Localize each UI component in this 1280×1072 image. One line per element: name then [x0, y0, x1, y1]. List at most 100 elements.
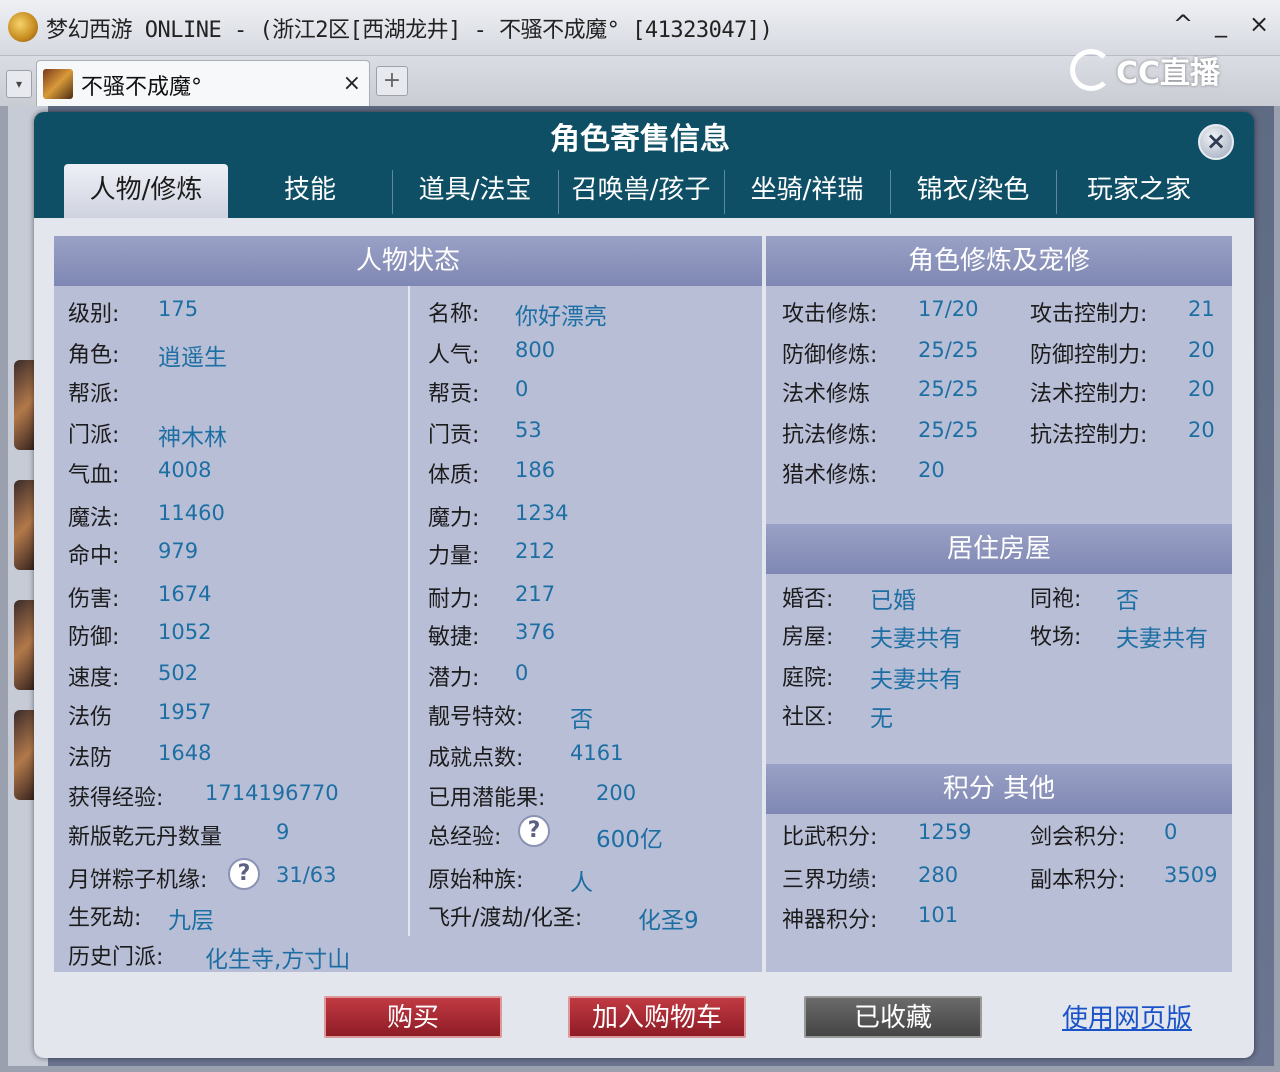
game-tab[interactable]: 不骚不成魔° × — [36, 60, 370, 106]
tab-separator — [558, 170, 559, 214]
status-value: 神木林 — [158, 425, 227, 451]
tab-separator — [890, 170, 891, 214]
help-icon[interactable]: ? — [518, 815, 550, 847]
status-label: 历史门派: — [68, 945, 164, 970]
status-value: 1957 — [158, 700, 212, 724]
tab-separator — [724, 170, 725, 214]
add-to-cart-button[interactable]: 加入购物车 — [568, 996, 746, 1038]
status-label: 门贡: — [428, 423, 480, 448]
status-value: 200 — [596, 781, 637, 805]
window-title: 梦幻西游 ONLINE - (浙江2区[西湖龙井] - 不骚不成魔° [4132… — [46, 18, 773, 43]
status-value: 186 — [515, 458, 556, 482]
housing-label: 社区: — [782, 705, 834, 730]
points-label: 神器积分: — [782, 908, 878, 933]
column-divider — [408, 286, 410, 936]
tab-skills[interactable]: 技能 — [230, 164, 390, 218]
close-window-button[interactable]: × — [1244, 10, 1274, 38]
cultivation-value: 25/25 — [918, 418, 979, 442]
status-value: 0 — [515, 377, 529, 401]
status-label: 伤害: — [68, 587, 120, 612]
status-value: 31/63 — [276, 863, 337, 887]
status-label: 体质: — [428, 463, 480, 488]
housing-value: 夫妻共有 — [1116, 626, 1208, 652]
points-value: 1259 — [918, 820, 972, 844]
status-label: 帮派: — [68, 382, 120, 407]
tab-close-icon[interactable]: × — [343, 71, 361, 96]
tab-items[interactable]: 道具/法宝 — [394, 164, 556, 218]
status-label: 气血: — [68, 463, 120, 488]
status-value: 4161 — [570, 741, 624, 765]
status-label: 速度: — [68, 666, 120, 691]
status-value: 逍遥生 — [158, 345, 227, 371]
status-label: 命中: — [68, 544, 120, 569]
add-tab-button[interactable]: + — [376, 66, 408, 96]
cultivation-value: 25/25 — [918, 338, 979, 362]
housing-value: 夫妻共有 — [870, 626, 962, 652]
points-label: 剑会积分: — [1030, 825, 1126, 850]
dialog-close-icon[interactable]: × — [1198, 124, 1234, 160]
cultivation-label: 攻击修炼: — [782, 302, 878, 327]
status-value: 600亿 — [596, 827, 663, 853]
points-value: 280 — [918, 863, 959, 887]
status-value: 化圣9 — [638, 908, 699, 934]
status-value: 否 — [570, 707, 593, 733]
points-value: 0 — [1164, 820, 1178, 844]
points-value: 101 — [918, 903, 959, 927]
housing-label: 牧场: — [1030, 625, 1082, 650]
cultivation-value: 17/20 — [918, 297, 979, 321]
status-label: 魔法: — [68, 506, 120, 531]
tab-dropdown-button[interactable]: ▾ — [6, 70, 32, 98]
tab-outfits[interactable]: 锦衣/染色 — [892, 164, 1054, 218]
points-value: 3509 — [1164, 863, 1218, 887]
status-value: 化生寺,方寸山 — [205, 947, 351, 973]
control-label: 法术控制力: — [1030, 382, 1148, 407]
cultivation-label: 猎术修炼: — [782, 463, 878, 488]
status-label: 魔力: — [428, 506, 480, 531]
status-label: 力量: — [428, 544, 480, 569]
tab-character[interactable]: 人物/修炼 — [64, 164, 228, 218]
cc-logo-mark — [1070, 49, 1112, 91]
status-label: 成就点数: — [428, 746, 524, 771]
minimize-button[interactable]: _ — [1206, 10, 1236, 38]
status-label: 获得经验: — [68, 786, 164, 811]
status-value: 九层 — [168, 908, 214, 934]
control-value: 20 — [1188, 377, 1215, 401]
cultivation-value: 25/25 — [918, 377, 979, 401]
status-label: 角色: — [68, 343, 120, 368]
dialog-title: 角色寄售信息 — [550, 122, 730, 157]
favorited-button[interactable]: 已收藏 — [804, 996, 982, 1038]
status-label: 潜力: — [428, 666, 480, 691]
status-value: 0 — [515, 661, 529, 685]
use-web-version-link[interactable]: 使用网页版 — [1062, 998, 1192, 1035]
status-label: 原始种族: — [428, 868, 524, 893]
housing-label: 婚否: — [782, 587, 834, 612]
cultivation-label: 法术修炼 — [782, 382, 871, 407]
status-value: 800 — [515, 338, 556, 362]
help-icon[interactable]: ? — [228, 858, 260, 890]
status-value: 1648 — [158, 741, 212, 765]
status-value: 11460 — [158, 501, 225, 525]
status-value: 212 — [515, 539, 556, 563]
status-value: 53 — [515, 418, 542, 442]
status-value: 1714196770 — [205, 781, 339, 805]
status-label: 门派: — [68, 423, 120, 448]
status-label: 已用潜能果: — [428, 786, 546, 811]
cc-logo-text: CC直播 — [1116, 56, 1221, 91]
points-label: 三界功绩: — [782, 868, 878, 893]
points-label: 比武积分: — [782, 825, 878, 850]
control-value: 20 — [1188, 338, 1215, 362]
status-value: 1052 — [158, 620, 212, 644]
tab-mounts[interactable]: 坐骑/祥瑞 — [726, 164, 888, 218]
housing-value: 否 — [1116, 588, 1139, 614]
status-label: 法防 — [68, 746, 113, 771]
game-app-icon — [8, 12, 38, 42]
housing-value: 夫妻共有 — [870, 667, 962, 693]
tab-home[interactable]: 玩家之家 — [1058, 164, 1220, 218]
tab-pets[interactable]: 召唤兽/孩子 — [560, 164, 722, 218]
tab-separator — [392, 170, 393, 214]
collapse-button[interactable]: ^ — [1168, 10, 1198, 38]
status-value: 217 — [515, 582, 556, 606]
buy-button[interactable]: 购买 — [324, 996, 502, 1038]
tab-separator — [1056, 170, 1057, 214]
tab-label: 不骚不成魔° — [81, 75, 203, 100]
